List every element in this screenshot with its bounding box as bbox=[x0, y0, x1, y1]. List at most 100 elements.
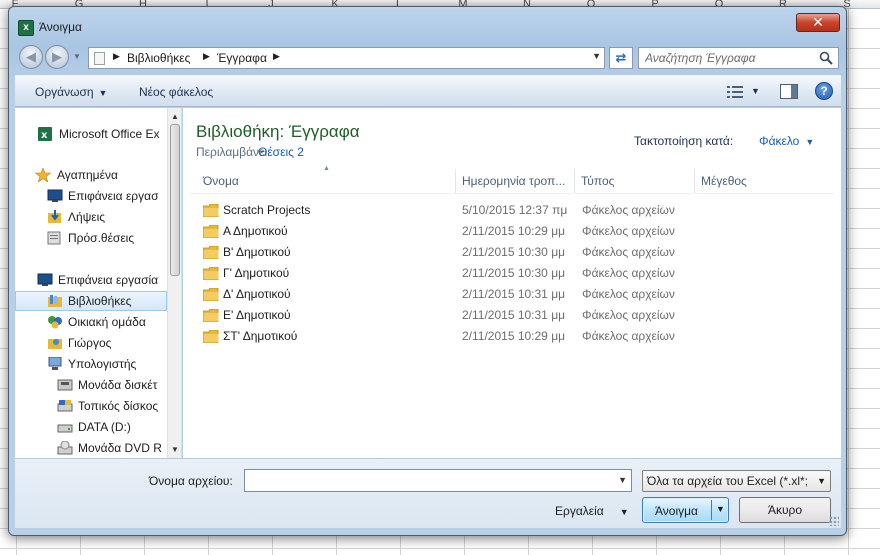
search-box[interactable] bbox=[638, 47, 839, 69]
column-header-date-modified[interactable]: Ημερομηνία τροπ... bbox=[456, 169, 575, 193]
file-row[interactable]: ΣΤ' Δημοτικού 2/11/2015 10:29 μμ Φάκελος α… bbox=[199, 326, 719, 347]
filename-box[interactable]: ▼ bbox=[244, 469, 632, 492]
folder-icon bbox=[203, 246, 219, 259]
split-divider bbox=[711, 500, 712, 520]
nav-item-downloads[interactable]: Λήψεις bbox=[15, 207, 167, 227]
dvd-drive-icon bbox=[57, 441, 73, 455]
file-date-modified: 2/11/2015 10:30 μμ bbox=[462, 266, 566, 280]
cancel-button[interactable]: Άκυρο bbox=[739, 497, 831, 523]
column-header-name[interactable]: Όνομα bbox=[197, 169, 456, 193]
breadcrumb-separator-icon[interactable]: ▶ bbox=[113, 51, 120, 62]
location-icon bbox=[94, 52, 105, 65]
nav-item-desktop-root[interactable]: Επιφάνεια εργασία bbox=[15, 270, 167, 290]
file-type: Φάκελος αρχείων bbox=[582, 203, 675, 217]
new-folder-button[interactable]: Νέος φάκελος bbox=[139, 85, 213, 99]
excel-app-icon: x bbox=[18, 20, 34, 36]
file-list-pane: Βιβλιοθήκη: Έγγραφα Περιλαμβάνει: Θέσεις… bbox=[183, 108, 841, 458]
recent-locations-dropdown[interactable]: ▼ bbox=[73, 52, 81, 61]
scroll-up-icon[interactable]: ▲ bbox=[171, 112, 179, 121]
nav-item-floppy-drive[interactable]: Μονάδα δισκέτ bbox=[15, 375, 167, 395]
nav-item-user-giorgos[interactable]: Γιώργος bbox=[15, 333, 167, 353]
file-date-modified: 2/11/2015 10:31 μμ bbox=[462, 287, 566, 301]
folder-icon bbox=[203, 225, 219, 238]
nav-label: Επιφάνεια εργασ bbox=[68, 189, 159, 203]
search-input[interactable] bbox=[645, 50, 813, 66]
filename-input[interactable] bbox=[249, 473, 609, 489]
back-button[interactable]: ◀ bbox=[19, 45, 43, 69]
nav-item-recent-places[interactable]: Πρόσ.θέσεις bbox=[15, 228, 167, 248]
nav-label: Οικιακή ομάδα bbox=[68, 315, 146, 329]
nav-item-homegroup[interactable]: Οικιακή ομάδα bbox=[15, 312, 167, 332]
column-header-size[interactable]: Μέγεθος bbox=[695, 169, 815, 193]
recent-places-icon bbox=[47, 231, 61, 245]
file-row[interactable]: Ε' Δημοτικού 2/11/2015 10:31 μμ Φάκελος αρ… bbox=[199, 305, 719, 326]
navigation-scrollbar[interactable]: ▲ ▼ bbox=[167, 108, 181, 458]
open-button[interactable]: Άνοιγμα ▼ bbox=[642, 497, 729, 523]
nav-label: Πρόσ.θέσεις bbox=[68, 231, 135, 245]
view-dropdown-arrow[interactable]: ▼ bbox=[751, 86, 760, 96]
desktop-icon bbox=[37, 273, 53, 286]
user-folder-icon bbox=[48, 339, 62, 349]
command-bar: Οργάνωση ▼ Νέος φάκελος ▼ ? bbox=[15, 75, 841, 107]
file-date-modified: 5/10/2015 12:37 πμ bbox=[462, 203, 568, 217]
nav-label: Βιβλιοθήκες bbox=[68, 294, 132, 308]
floppy-drive-icon bbox=[57, 379, 73, 391]
column-header-type[interactable]: Τύπος bbox=[575, 169, 695, 193]
library-title: Βιβλιοθήκη: Έγγραφα bbox=[196, 122, 360, 141]
nav-label: Επιφάνεια εργασία bbox=[58, 273, 159, 287]
nav-item-libraries[interactable]: Βιβλιοθήκες bbox=[15, 291, 167, 311]
nav-item-computer[interactable]: Υπολογιστής bbox=[15, 354, 167, 374]
scroll-down-icon[interactable]: ▼ bbox=[171, 445, 179, 454]
view-options-icon[interactable] bbox=[727, 86, 743, 98]
file-row[interactable]: Γ' Δημοτικού 2/11/2015 10:30 μμ Φάκελος αρ… bbox=[199, 263, 719, 284]
breadcrumb-separator-icon[interactable]: ▶ bbox=[273, 51, 280, 62]
nav-item-data-drive[interactable]: DATA (D:) bbox=[15, 417, 167, 437]
chevron-down-icon: ▼ bbox=[817, 476, 826, 486]
close-button[interactable]: ✕ bbox=[796, 13, 840, 32]
address-history-dropdown[interactable]: ▼ bbox=[592, 51, 601, 61]
breadcrumb-documents[interactable]: Έγγραφα bbox=[217, 51, 267, 65]
nav-label: Υπολογιστής bbox=[68, 357, 137, 371]
organize-button[interactable]: Οργάνωση ▼ bbox=[35, 85, 107, 99]
header-divider bbox=[189, 193, 835, 194]
folder-icon bbox=[203, 309, 219, 322]
file-type: Φάκελος αρχείων bbox=[582, 287, 675, 301]
tools-label: Εργαλεία bbox=[555, 504, 604, 518]
tools-menu[interactable]: Εργαλεία ▼ bbox=[555, 504, 629, 518]
arrange-by-label: Τακτοποίηση κατά: bbox=[634, 134, 734, 148]
arrange-by-dropdown[interactable]: Φάκελο ▼ bbox=[759, 134, 814, 148]
nav-item-microsoft-office-excel[interactable]: x Microsoft Office Ex bbox=[15, 124, 167, 144]
breadcrumb-separator-icon[interactable]: ▶ bbox=[203, 51, 210, 62]
forward-button[interactable]: ▶ bbox=[45, 45, 69, 69]
nav-item-favorites[interactable]: Αγαπημένα bbox=[15, 165, 167, 185]
library-locations-link[interactable]: Θέσεις 2 bbox=[258, 145, 304, 159]
search-icon[interactable] bbox=[819, 51, 833, 65]
preview-pane-icon[interactable] bbox=[780, 84, 798, 99]
nav-item-desktop[interactable]: Επιφάνεια εργασ bbox=[15, 186, 167, 206]
file-row[interactable]: Scratch Projects 5/10/2015 12:37 πμ Φάκελο… bbox=[199, 200, 719, 221]
drive-icon bbox=[57, 424, 73, 433]
desktop-icon bbox=[47, 189, 63, 202]
nav-label: Αγαπημένα bbox=[57, 168, 118, 182]
file-row[interactable]: Β' Δημοτικού 2/11/2015 10:30 μμ Φάκελος αρ… bbox=[199, 242, 719, 263]
file-row[interactable]: Δ' Δημοτικού 2/11/2015 10:31 μμ Φάκελος αρ… bbox=[199, 284, 719, 305]
scrollbar-thumb[interactable] bbox=[170, 124, 180, 276]
address-bar[interactable]: ▶ Βιβλιοθήκες ▶ Έγγραφα ▶ ▼ bbox=[88, 47, 605, 69]
file-type: Φάκελος αρχείων bbox=[582, 308, 675, 322]
refresh-button[interactable]: ⇄ bbox=[609, 47, 633, 69]
resize-grip-icon[interactable] bbox=[829, 516, 839, 526]
computer-icon bbox=[48, 357, 62, 370]
file-date-modified: 2/11/2015 10:31 μμ bbox=[462, 308, 566, 322]
nav-item-local-disk[interactable]: Τοπικός δίσκος bbox=[15, 396, 167, 416]
help-icon[interactable]: ? bbox=[815, 82, 833, 100]
open-file-dialog: x Άνοιγμα ✕ ◀ ▶ ▼ ▶ Βιβλιοθήκες ▶ Έγγραφ… bbox=[8, 6, 847, 536]
file-type: Φάκελος αρχείων bbox=[582, 266, 675, 280]
title-bar: x Άνοιγμα ✕ bbox=[9, 7, 846, 39]
file-row[interactable]: Α Δημοτικού 2/11/2015 10:29 μμ Φάκελος αρχ… bbox=[199, 221, 719, 242]
filename-dropdown-arrow[interactable]: ▼ bbox=[618, 475, 627, 485]
nav-item-dvd-drive[interactable]: Μονάδα DVD R bbox=[15, 438, 167, 458]
file-type-filter[interactable]: Όλα τα αρχεία του Excel (*.xl*; ▼ bbox=[642, 470, 831, 492]
open-options-arrow[interactable]: ▼ bbox=[716, 504, 725, 514]
window-title: Άνοιγμα bbox=[39, 20, 82, 34]
breadcrumb-libraries[interactable]: Βιβλιοθήκες bbox=[127, 51, 190, 65]
